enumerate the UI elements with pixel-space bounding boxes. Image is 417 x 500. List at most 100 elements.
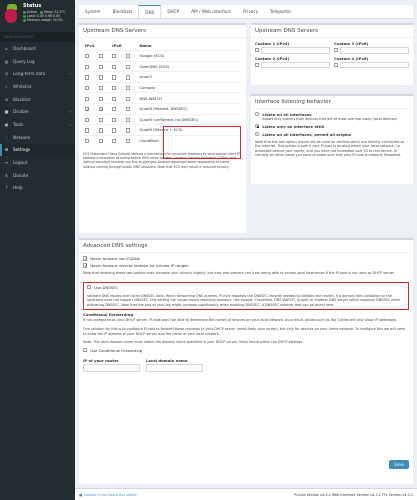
tab-dns[interactable]: DNS (138, 5, 162, 18)
tab-dhcp[interactable]: DHCP (161, 5, 185, 18)
ipv4-checkbox[interactable] (85, 128, 90, 133)
custom2-checkbox[interactable] (255, 62, 260, 67)
dns-provider-name: Quad9 (filtered + ECS) (137, 124, 242, 136)
ipv6-checkbox[interactable] (125, 75, 130, 80)
sidebar-item-query-log[interactable]: ▤ Query Log (0, 55, 75, 68)
interface-title: Interface listening behavior (251, 96, 413, 109)
cf-checkbox[interactable] (83, 348, 88, 353)
highlight-dnssec: Use DNSSEC Validate DNS replies and cach… (83, 281, 409, 311)
ipv4-checkbox[interactable] (98, 117, 103, 122)
custom4-checkbox[interactable] (334, 62, 339, 67)
dnssec-checkbox[interactable] (87, 285, 92, 290)
sidebar-item-help[interactable]: ? Help (0, 182, 75, 195)
sidebar-item-settings[interactable]: ⚙ Settings (0, 143, 75, 157)
interface-radio[interactable] (255, 131, 260, 136)
sidebar-item-network[interactable]: ⋮ Network (0, 131, 75, 144)
ipv4-checkbox[interactable] (98, 64, 103, 69)
custom3-checkbox[interactable] (334, 48, 339, 53)
ipv6-checkbox[interactable] (125, 96, 130, 101)
custom4-input[interactable] (340, 61, 409, 68)
ipv4-checkbox[interactable] (85, 64, 90, 69)
ipv6-checkbox[interactable] (112, 75, 117, 80)
ipv4-checkbox[interactable] (85, 106, 90, 112)
sidebar-item-label: Dashboard (13, 45, 36, 51)
sidebar-item-whitelist[interactable]: ✓ Whitelist (0, 80, 75, 93)
interface-radio[interactable] (255, 124, 260, 129)
chevron-left-icon: ‹ (69, 121, 71, 127)
interface-radio[interactable] (255, 112, 260, 117)
ipv6-checkbox[interactable] (112, 64, 117, 69)
ipv6-checkbox[interactable] (125, 128, 130, 133)
status-title: Status (23, 3, 42, 9)
table-row: Google (ECS) (83, 50, 242, 62)
sidebar-item-blacklist[interactable]: ⊘ Blacklist (0, 93, 75, 106)
custom2-label: Custom 2 (IPv4) (255, 55, 290, 61)
sidebar-item-disable[interactable]: ■ Disable ‹ (0, 105, 75, 118)
dns-provider-name: Quad9 (unfiltered, no DNSSEC) (137, 113, 242, 125)
ipv6-checkbox[interactable] (112, 54, 117, 59)
ipv4-checkbox[interactable] (98, 96, 103, 101)
ipv4-checkbox[interactable] (85, 139, 90, 144)
tab-api-web-interface[interactable]: API / Web interface (185, 5, 237, 18)
ipv6-checkbox[interactable] (112, 107, 117, 112)
ipv6-checkbox[interactable] (112, 85, 117, 91)
ipv6-checkbox[interactable] (112, 139, 117, 144)
sidebar-item-long-term-data[interactable]: ◷ Long-term data ‹ (0, 67, 75, 80)
ipv6-checkbox[interactable] (125, 139, 130, 144)
sidebar-item-label: Disable (13, 109, 29, 115)
ipv4-checkbox[interactable] (98, 85, 103, 91)
ipv6-checkbox[interactable] (125, 85, 130, 91)
ipv6-checkbox[interactable] (112, 128, 117, 133)
ipv6-checkbox[interactable] (125, 64, 130, 69)
sidebar-item-label: Help (13, 185, 23, 191)
sidebar-item-donate[interactable]: $ Donate (0, 169, 75, 182)
donate-link[interactable]: Donate if you found this useful. (84, 493, 137, 497)
custom1-input[interactable] (261, 47, 330, 54)
sidebar-item-logout[interactable]: ↦ Logout (0, 156, 75, 169)
custom-upstream-panel: Upstream DNS Servers Custom 1 (IPv4) Cus… (251, 23, 413, 85)
ipv4-checkbox[interactable] (98, 75, 103, 80)
name-header: Name (139, 43, 152, 48)
main-content: System Blocklists DNS DHCP API / Web interfa… (75, 0, 417, 500)
ipv4-checkbox[interactable] (85, 85, 90, 91)
ipv4-checkbox[interactable] (85, 54, 90, 59)
interface-option: Listen only on interface eth0 (255, 124, 409, 129)
custom1-checkbox[interactable] (255, 48, 260, 53)
save-button[interactable]: Save (389, 460, 409, 469)
tab-system[interactable]: System (79, 5, 107, 18)
tab-blocklists[interactable]: Blocklists (107, 5, 139, 18)
custom2-input[interactable] (261, 61, 330, 68)
tab-privacy[interactable]: Privacy (237, 5, 264, 18)
brand: Status Active Temp: 51.5°C Load: 0.00 0.… (0, 0, 75, 30)
table-row: Level3 (83, 71, 242, 83)
memory-dot-icon (23, 19, 26, 22)
bogus-checkbox[interactable] (83, 263, 88, 268)
tab-teleporter[interactable]: Teleporter (264, 5, 297, 18)
router-ip-input[interactable] (83, 363, 140, 372)
ipv4-checkbox[interactable] (85, 96, 90, 101)
ipv4-checkbox[interactable] (98, 106, 104, 112)
donate-icon[interactable]: ■ (79, 493, 82, 497)
table-row: OpenDNS (ECS) (83, 60, 242, 72)
table-row: Cloudflare (83, 134, 242, 146)
logout-icon: ↦ (4, 160, 9, 166)
ipv6-checkbox[interactable] (112, 96, 117, 101)
version-info: Pi-hole Version v4.3.2 Web Interface Ver… (294, 492, 413, 497)
custom3-input[interactable] (340, 47, 409, 54)
ipv4-checkbox[interactable] (98, 139, 103, 144)
ipv4-checkbox[interactable] (98, 54, 103, 59)
cf-checkbox-label: Use Conditional Forwarding (90, 347, 143, 353)
sidebar-item-label: Network (13, 134, 31, 140)
fqdn-checkbox[interactable] (83, 256, 88, 261)
ipv6-checkbox[interactable] (125, 54, 130, 59)
ipv6-checkbox[interactable] (112, 117, 117, 122)
ipv4-checkbox[interactable] (85, 75, 90, 80)
sidebar-item-tools[interactable]: ▣ Tools ‹ (0, 118, 75, 131)
ipv4-checkbox[interactable] (98, 128, 103, 133)
sidebar-item-dashboard[interactable]: ⌂ Dashboard (0, 42, 75, 55)
ipv6-checkbox[interactable] (125, 107, 130, 112)
ipv6-checkbox[interactable] (125, 117, 130, 122)
domain-input[interactable] (146, 363, 203, 372)
ipv4-checkbox[interactable] (85, 117, 90, 122)
folder-icon: ▣ (4, 121, 9, 127)
